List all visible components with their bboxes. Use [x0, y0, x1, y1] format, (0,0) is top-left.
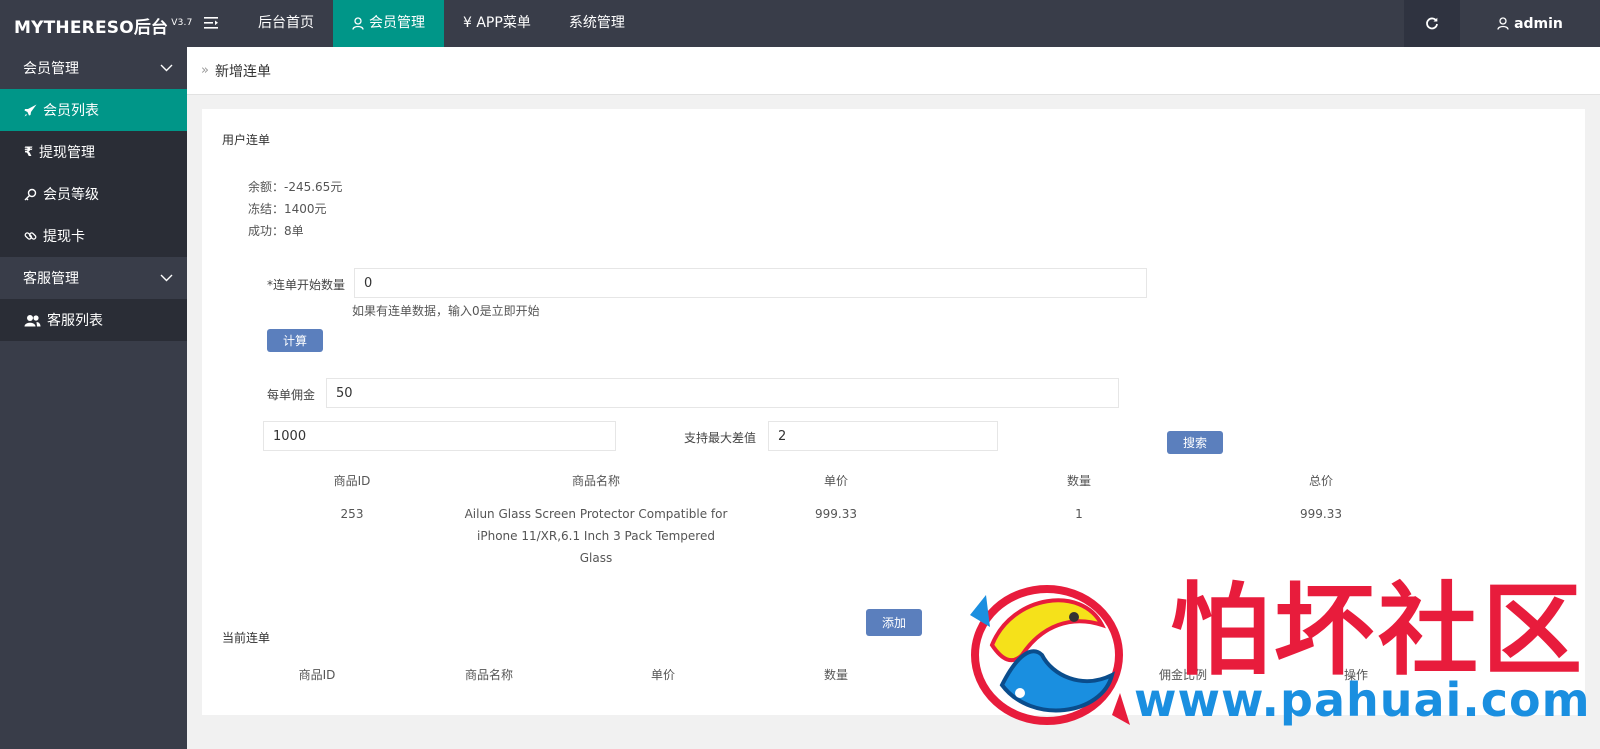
version-badge: V3.7 [171, 18, 193, 28]
start-count-input[interactable] [354, 268, 1147, 298]
max-diff-input[interactable] [768, 421, 998, 451]
user-icon [352, 17, 364, 30]
frozen-text: 冻结：1400元 [248, 202, 327, 216]
main-card: 用户连单 余额：-245.65元 冻结：1400元 成功：8单 *连单开始数量 … [202, 109, 1585, 715]
sidebar: 会员管理 会员列表 ₹ 提现管理 会员等级 提现卡 客服管理 客服列表 [0, 47, 187, 749]
brand-logo: MYTHERESO后台 V3.7 [14, 18, 193, 38]
top-nav: 后台首页 会员管理 ¥ APP菜单 系统管理 [239, 0, 644, 47]
menu-toggle-icon[interactable] [200, 12, 222, 34]
key-icon [24, 188, 37, 200]
rocket-icon [24, 104, 37, 116]
users-icon [24, 314, 41, 326]
search-button[interactable]: 搜索 [1167, 431, 1223, 454]
max-diff-label: 支持最大差值 [684, 431, 757, 445]
sidebar-item-withdraw-management[interactable]: ₹ 提现管理 [0, 131, 187, 173]
sidebar-group-service[interactable]: 客服管理 [0, 257, 187, 299]
nav-home[interactable]: 后台首页 [239, 0, 333, 47]
chevron-up-icon [160, 64, 173, 72]
sidebar-item-member-list[interactable]: 会员列表 [0, 89, 187, 131]
sidebar-group-member[interactable]: 会员管理 [0, 47, 187, 89]
current-header-qty: 数量 [823, 668, 848, 682]
start-count-hint: 如果有连单数据，输入0是立即开始 [352, 304, 540, 318]
rupee-icon: ₹ [24, 144, 34, 160]
cell-total: 999.33 [1300, 507, 1342, 521]
commission-label: 每单佣金 [267, 388, 316, 402]
current-header-commission: 佣金比例 [1158, 668, 1207, 682]
nav-app-menu[interactable]: ¥ APP菜单 [444, 0, 550, 47]
sidebar-item-member-level[interactable]: 会员等级 [0, 173, 187, 215]
table-header-id: 商品ID [333, 474, 371, 488]
balance-text: 余额：-245.65元 [248, 180, 343, 194]
cell-qty: 1 [1075, 507, 1083, 521]
commission-input[interactable] [326, 378, 1119, 408]
page-title: 新增连单 [214, 63, 271, 80]
cell-price: 999.33 [815, 507, 857, 521]
sidebar-item-withdraw-card[interactable]: 提现卡 [0, 215, 187, 257]
refresh-icon[interactable] [1404, 0, 1460, 47]
cell-name: Ailun Glass Screen Protector Compatible … [464, 507, 728, 565]
breadcrumb: » 新增连单 [187, 47, 1600, 95]
user-menu[interactable]: admin [1460, 0, 1600, 47]
section-title: 用户连单 [222, 133, 271, 147]
cell-id: 253 [340, 507, 364, 521]
table-header-name: 商品名称 [571, 474, 620, 488]
current-header-action: 操作 [1343, 668, 1368, 682]
link-icon [24, 231, 37, 240]
current-orders-title: 当前连单 [222, 631, 271, 645]
sidebar-item-service-list[interactable]: 客服列表 [0, 299, 187, 341]
amount-input[interactable] [263, 421, 616, 451]
calculate-button[interactable]: 计算 [267, 329, 323, 352]
table-header-price: 单价 [823, 474, 848, 488]
current-header-price: 单价 [650, 668, 675, 682]
table-header-qty: 数量 [1066, 474, 1091, 488]
top-bar: MYTHERESO后台 V3.7 后台首页 会员管理 ¥ APP菜单 系统管理 a… [0, 0, 1600, 47]
chevron-down-icon [160, 274, 173, 282]
nav-system-management[interactable]: 系统管理 [550, 0, 644, 47]
success-text: 成功：8单 [248, 224, 304, 238]
current-header-name: 商品名称 [464, 668, 513, 682]
nav-member-management[interactable]: 会员管理 [333, 0, 444, 47]
user-icon [1497, 17, 1509, 30]
add-button[interactable]: 添加 [866, 609, 922, 636]
table-header-total: 总价 [1308, 474, 1333, 488]
start-count-label: *连单开始数量 [267, 278, 346, 292]
current-header-id: 商品ID [298, 668, 336, 682]
double-chevron-icon: » [201, 63, 209, 78]
